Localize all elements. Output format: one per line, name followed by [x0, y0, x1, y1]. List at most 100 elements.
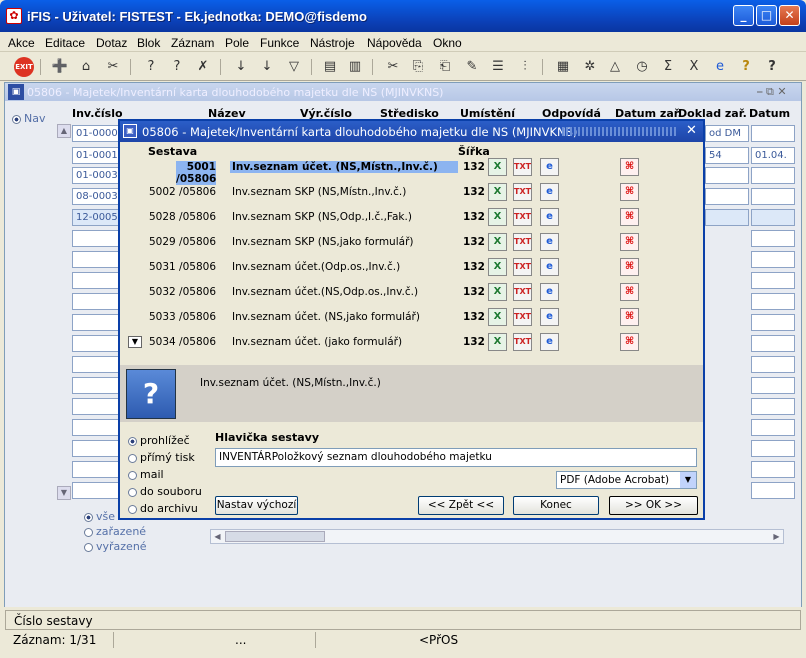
- menu-okno[interactable]: Okno: [433, 36, 462, 50]
- report-row[interactable]: 5034 /05806 Inv.seznam účet. (jako formul…: [148, 336, 485, 353]
- table-cell-doklad[interactable]: od DM: [705, 125, 749, 142]
- filter-discarded[interactable]: vyřazené: [84, 540, 147, 553]
- sort-asc-icon[interactable]: ↓: [231, 57, 251, 77]
- excel-export-icon[interactable]: X: [488, 208, 507, 226]
- table-cell-doklad[interactable]: [705, 209, 749, 226]
- paste-icon[interactable]: ⎗: [435, 57, 455, 77]
- pdf-export-icon[interactable]: ⌘: [620, 233, 639, 251]
- txt-export-icon[interactable]: TXT: [513, 258, 532, 276]
- cancel-query-icon[interactable]: ✗: [193, 57, 213, 77]
- txt-export-icon[interactable]: TXT: [513, 283, 532, 301]
- settings-icon[interactable]: ✲: [580, 57, 600, 77]
- table-cell-inv[interactable]: [72, 398, 122, 415]
- pdf-export-icon[interactable]: ⌘: [620, 308, 639, 326]
- pdf-export-icon[interactable]: ⌘: [620, 258, 639, 276]
- excel-export-icon[interactable]: X: [488, 183, 507, 201]
- table-cell-inv[interactable]: 12-00053: [72, 209, 122, 226]
- menu-napoveda[interactable]: Nápověda: [367, 36, 422, 50]
- excel-export-icon[interactable]: X: [488, 308, 507, 326]
- table-cell-inv[interactable]: [72, 272, 122, 289]
- menu-dotaz[interactable]: Dotaz: [96, 36, 127, 50]
- table-cell-datum[interactable]: [751, 125, 795, 142]
- menu-zaznam[interactable]: Záznam: [171, 36, 214, 50]
- lock-record-icon[interactable]: ⌂: [76, 57, 96, 77]
- print-preview-icon[interactable]: ▥: [345, 57, 365, 77]
- html-export-icon[interactable]: e: [540, 233, 559, 251]
- menu-blok[interactable]: Blok: [137, 36, 160, 50]
- scroll-up-icon[interactable]: ▲: [57, 124, 71, 138]
- excel-export-icon[interactable]: X: [488, 258, 507, 276]
- pdf-export-icon[interactable]: ⌘: [620, 333, 639, 351]
- table-cell-datum[interactable]: 01.04.: [751, 147, 795, 164]
- back-button[interactable]: << Zpět <<: [418, 496, 504, 515]
- table-cell-datum[interactable]: [751, 167, 795, 184]
- menu-funkce[interactable]: Funkce: [260, 36, 299, 50]
- excel-icon[interactable]: X: [684, 57, 704, 77]
- table-cell-inv[interactable]: [72, 419, 122, 436]
- table-cell-doklad[interactable]: 54: [705, 147, 749, 164]
- txt-export-icon[interactable]: TXT: [513, 208, 532, 226]
- excel-export-icon[interactable]: X: [488, 233, 507, 251]
- table-cell-datum[interactable]: [751, 272, 795, 289]
- txt-export-icon[interactable]: TXT: [513, 333, 532, 351]
- scroll-right-icon[interactable]: ▶: [770, 530, 783, 543]
- pdf-export-icon[interactable]: ⌘: [620, 283, 639, 301]
- table-cell-inv[interactable]: [72, 251, 122, 268]
- browser-icon[interactable]: e: [710, 57, 730, 77]
- table-cell-datum[interactable]: [751, 314, 795, 331]
- table-cell-datum[interactable]: [751, 398, 795, 415]
- sum-icon[interactable]: Σ: [658, 57, 678, 77]
- table-cell-datum[interactable]: [751, 461, 795, 478]
- table-cell-inv[interactable]: [72, 314, 122, 331]
- report-row[interactable]: 5028 /05806 Inv.seznam SKP (NS,Odp.,I.č.,…: [148, 211, 485, 228]
- format-select[interactable]: PDF (Adobe Acrobat) ▼: [556, 471, 697, 489]
- table-cell-datum[interactable]: [751, 377, 795, 394]
- table-cell-inv[interactable]: 01-00013: [72, 147, 122, 164]
- scroll-down-icon[interactable]: ▼: [57, 486, 71, 500]
- scroll-left-icon[interactable]: ◀: [211, 530, 224, 543]
- pdf-export-icon[interactable]: ⌘: [620, 208, 639, 226]
- help-context-icon[interactable]: ?: [736, 57, 756, 77]
- dialog-close-icon[interactable]: ✕: [686, 123, 697, 138]
- help-icon[interactable]: ?: [762, 57, 782, 77]
- align-icon[interactable]: ☰: [488, 57, 508, 77]
- pdf-export-icon[interactable]: ⌘: [620, 158, 639, 176]
- filter-assigned[interactable]: zařazené: [84, 525, 146, 538]
- menu-nastroje[interactable]: Nástroje: [310, 36, 355, 50]
- table-cell-inv[interactable]: [72, 440, 122, 457]
- scrollbar-thumb[interactable]: [225, 531, 325, 542]
- menu-akce[interactable]: Akce: [8, 36, 35, 50]
- report-header-input[interactable]: INVENTÁRPoložkový seznam dlouhodobého ma…: [215, 448, 697, 467]
- table-cell-datum[interactable]: [751, 251, 795, 268]
- output-viewer[interactable]: prohlížeč: [128, 434, 190, 447]
- table-cell-datum[interactable]: [751, 356, 795, 373]
- html-export-icon[interactable]: e: [540, 308, 559, 326]
- html-export-icon[interactable]: e: [540, 258, 559, 276]
- html-export-icon[interactable]: e: [540, 208, 559, 226]
- table-cell-datum[interactable]: [751, 293, 795, 310]
- execute-query-icon[interactable]: ?: [167, 57, 187, 77]
- menu-editace[interactable]: Editace: [45, 36, 85, 50]
- insert-record-icon[interactable]: ➕: [50, 57, 70, 77]
- html-export-icon[interactable]: e: [540, 158, 559, 176]
- table-cell-datum[interactable]: [751, 419, 795, 436]
- minimize-button[interactable]: _: [733, 5, 754, 26]
- pdf-export-icon[interactable]: ⌘: [620, 183, 639, 201]
- table-cell-inv[interactable]: [72, 293, 122, 310]
- table-cell-inv[interactable]: [72, 482, 122, 499]
- report-row[interactable]: 5002 /05806 Inv.seznam SKP (NS,Místn.,Inv…: [148, 186, 485, 203]
- table-cell-inv[interactable]: [72, 356, 122, 373]
- end-button[interactable]: Konec: [513, 496, 599, 515]
- reset-default-button[interactable]: Nastav výchozí: [215, 496, 298, 515]
- copy-icon[interactable]: ⎘: [408, 57, 428, 77]
- excel-export-icon[interactable]: X: [488, 283, 507, 301]
- ok-button[interactable]: >> OK >>: [609, 496, 698, 515]
- output-file[interactable]: do souboru: [128, 485, 202, 498]
- query-icon[interactable]: ?: [141, 57, 161, 77]
- table-cell-doklad[interactable]: [705, 167, 749, 184]
- edit-icon[interactable]: ✎: [462, 57, 482, 77]
- table-cell-datum[interactable]: [751, 440, 795, 457]
- chevron-down-icon[interactable]: ▼: [680, 472, 696, 488]
- report-row[interactable]: 5001 /05806 Inv.seznam účet. (NS,Místn.,…: [148, 161, 485, 185]
- split-icon[interactable]: ⫶: [515, 57, 535, 77]
